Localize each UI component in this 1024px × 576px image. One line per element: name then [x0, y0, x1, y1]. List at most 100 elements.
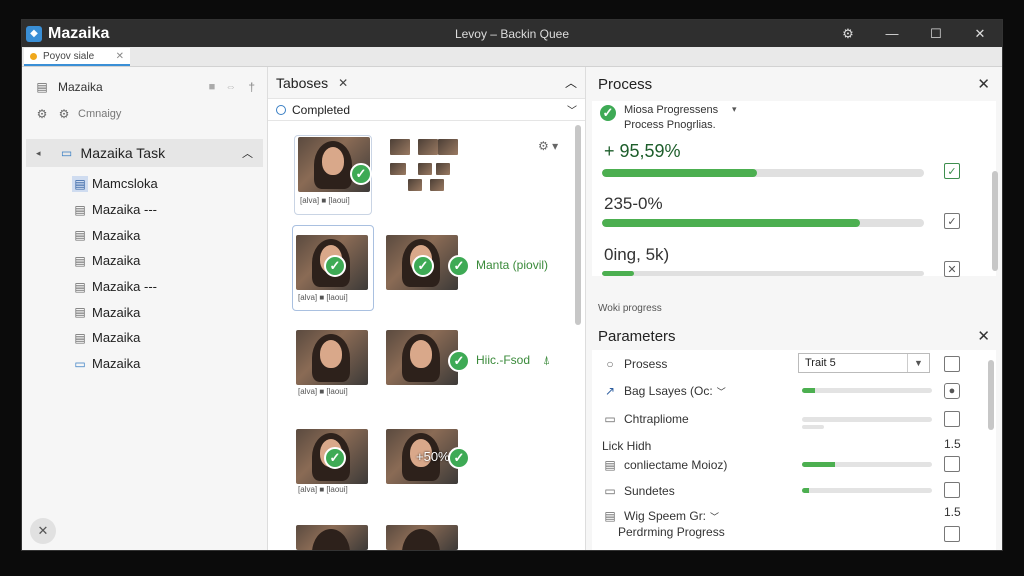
parameter-label: Lick Hidh — [602, 439, 652, 453]
mini-thumbnail[interactable] — [390, 163, 406, 175]
parameter-checkbox[interactable] — [944, 526, 960, 542]
task-thumbnail[interactable] — [296, 330, 368, 385]
chevron-down-icon[interactable]: ▾ — [732, 104, 737, 115]
mini-thumbnail[interactable] — [418, 163, 432, 175]
expand-icon[interactable]: ⇔ — [225, 81, 236, 93]
tree-item[interactable]: ▤ Mazaika --- — [22, 197, 267, 223]
mini-thumbnail[interactable] — [418, 139, 438, 155]
parameter-checkbox[interactable] — [944, 456, 960, 472]
chevron-down-icon[interactable]: ﹀ — [710, 510, 719, 523]
parameter-checkbox[interactable] — [944, 411, 960, 427]
scrollbar[interactable] — [992, 171, 998, 271]
tree-item[interactable]: ▤ Mazaika --- — [22, 274, 267, 300]
footer-label: Woki progress — [598, 303, 662, 314]
progress-value: 0ing, 5k) — [604, 245, 670, 264]
maximize-button[interactable]: ☐ — [914, 26, 958, 42]
explorer-pane: ▤ Mazaika ■ ⇔ † ⚙ ⚙ Cmnaigy ◂ ▭ Mazaika … — [22, 67, 268, 550]
file-icon: ▤ — [74, 202, 86, 217]
parameter-select[interactable]: Trait 5 ▼ — [798, 353, 930, 373]
chevron-down-icon[interactable]: ▼ — [907, 354, 929, 372]
task-node[interactable]: ◂ ▭ Mazaika Task ︿ — [26, 139, 263, 167]
mini-thumbnail[interactable] — [408, 179, 422, 191]
settings-icon[interactable]: ⚙ — [826, 26, 870, 42]
collapse-marker-icon[interactable]: ◂ — [36, 148, 41, 159]
parameters-title: Parameters — [598, 327, 676, 345]
progress-bar — [602, 169, 924, 177]
document-tab[interactable]: Poyov siale ✕ — [24, 48, 130, 66]
title-bar: ◆ Mazaika Levoy – Backin Quee ⚙ — ☐ ✕ — [22, 20, 1002, 47]
tree-item[interactable]: ▤ Mazaika — [22, 299, 267, 325]
unsaved-dot-icon — [30, 52, 37, 60]
tree-item[interactable]: ▭ Mazaika — [22, 351, 267, 377]
gear-small-icon[interactable]: ⚙ — [56, 106, 72, 122]
tree-item[interactable]: ▤ Mazaika — [22, 325, 267, 351]
stop-icon[interactable]: ■ — [209, 81, 216, 93]
tree-item[interactable]: ▤ Mamcsloka — [22, 171, 267, 197]
pin-icon[interactable]: † — [248, 80, 255, 94]
mini-thumbnail[interactable] — [438, 139, 458, 155]
progress-checkbox[interactable]: ✓ — [944, 213, 960, 229]
progress-checkbox[interactable]: ✓ — [944, 163, 960, 179]
parameter-value: 1.5 — [944, 505, 961, 519]
chevron-down-icon[interactable]: ﹀ — [567, 102, 577, 117]
radio-icon[interactable]: ○ — [602, 356, 618, 372]
mini-thumbnail[interactable] — [436, 163, 450, 175]
gear-icon[interactable]: ⚙ — [34, 106, 50, 122]
tree-item[interactable]: ▤ Mazaika — [22, 248, 267, 274]
parameters-close-icon[interactable]: ✕ — [977, 327, 990, 345]
close-button[interactable]: ✕ — [958, 26, 1002, 42]
task-thumbnail[interactable] — [386, 330, 458, 385]
folder-icon: ▭ — [604, 484, 616, 498]
file-icon: ▤ — [74, 253, 86, 268]
tree-item[interactable]: ▤ Mazaika — [22, 222, 267, 248]
progress-checkbox[interactable]: ✕ — [944, 261, 960, 277]
progress-value: + 95,59% — [604, 141, 681, 161]
filter-label: Completed — [292, 102, 351, 117]
parameters-list: ○ Prosess Trait 5 ▼ ↗ Bag Lsayes (Oc: ﹀ ● ▭… — [592, 350, 996, 550]
process-subtitle-secondary: Process Pnogrlias. — [624, 119, 716, 131]
status-filter[interactable]: Completed ﹀ — [268, 99, 585, 121]
close-panel-button[interactable]: ✕ — [30, 518, 56, 544]
chevron-up-icon[interactable]: ︿ — [565, 74, 577, 91]
document-tab-close-icon[interactable]: ✕ — [116, 51, 124, 62]
parameter-checkbox[interactable]: ● — [944, 383, 960, 399]
parameter-bar-secondary — [802, 425, 824, 429]
file-icon: ▤ — [74, 305, 86, 320]
task-thumbnail[interactable] — [296, 525, 368, 550]
process-list: ✓ Miosa Progressens ▾ Process Pnogrlias.… — [592, 101, 998, 277]
tab-taboses[interactable]: Taboses — [276, 75, 328, 91]
parameter-bar-fill — [802, 488, 809, 493]
tree-item-label: Mazaika --- — [92, 279, 158, 295]
parameter-label: Bag Lsayes (Oc: — [624, 384, 713, 398]
process-subtitle: Miosa Progressens — [624, 104, 719, 116]
tasks-pane: Taboses ✕ ︿ Completed ﹀ ✓ [alva] ■ [laou… — [268, 67, 586, 550]
file-icon: ▤ — [74, 330, 86, 345]
file-icon: ▤ — [74, 228, 86, 243]
check-icon: ✓ — [448, 447, 470, 469]
parameter-bar — [802, 462, 932, 467]
check-icon: ✓ — [324, 447, 346, 469]
process-close-icon[interactable]: ✕ — [977, 75, 990, 93]
chevron-down-icon[interactable]: ﹀ — [717, 385, 726, 398]
scrollbar[interactable] — [575, 125, 581, 325]
task-thumbnail[interactable] — [386, 525, 458, 550]
scrollbar[interactable] — [988, 360, 994, 430]
progress-bar — [602, 219, 924, 227]
folder-icon: ▭ — [74, 356, 86, 371]
mini-thumbnail[interactable] — [430, 179, 444, 191]
check-icon: ✓ — [350, 163, 372, 185]
chevron-up-icon[interactable]: ︿ — [242, 145, 253, 161]
parameter-bar — [802, 388, 932, 393]
thumbnail-caption: [alva] ■ [laoui] — [300, 196, 350, 205]
file-selected-icon: ▤ — [72, 175, 88, 192]
check-icon: ✓ — [412, 255, 434, 277]
parameter-checkbox[interactable] — [944, 482, 960, 498]
tab-close-icon[interactable]: ✕ — [338, 76, 348, 90]
minimize-button[interactable]: — — [870, 26, 914, 41]
parameter-checkbox[interactable] — [944, 356, 960, 372]
document-tab-label: Poyov siale — [43, 50, 95, 62]
process-pane: Process ✕ ✓ Miosa Progressens ▾ Process … — [586, 67, 1002, 550]
card-settings-icon[interactable]: ⚙ ▾ — [538, 139, 558, 153]
mini-thumbnail[interactable] — [390, 139, 410, 155]
thumbnail-caption: [alva] ■ [laoui] — [298, 485, 348, 494]
